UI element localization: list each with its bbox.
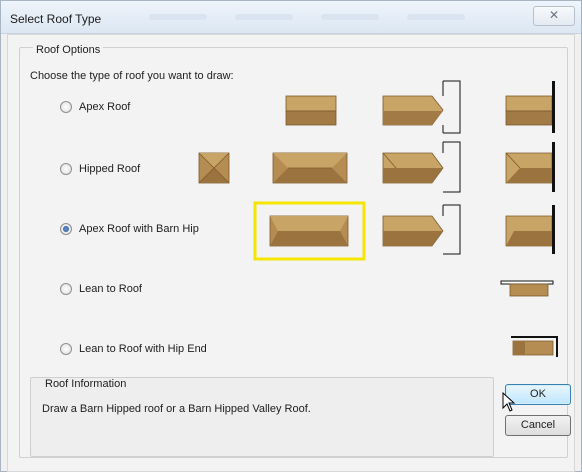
barn-hip-plain-picture[interactable] — [269, 215, 349, 247]
radio-button[interactable] — [60, 283, 72, 295]
title-bar-background — [149, 14, 465, 20]
radio-label: Lean to Roof with Hip End — [79, 343, 207, 355]
radio-button[interactable] — [60, 223, 72, 235]
dialog-title: Select Roof Type — [10, 12, 102, 26]
radio-button[interactable] — [60, 163, 72, 175]
radio-button[interactable] — [60, 101, 72, 113]
radio-lean-to-roof[interactable]: Lean to Roof — [60, 283, 142, 295]
instruction-text: Choose the type of roof you want to draw… — [30, 70, 234, 82]
radio-label: Apex Roof — [79, 101, 131, 113]
roof-information-text: Draw a Barn Hipped roof or a Barn Hipped… — [42, 403, 311, 415]
title-bar: Select Roof Type ✕ — [1, 1, 581, 34]
radio-label: Hipped Roof — [79, 163, 141, 175]
radio-lean-to-roof-with-hip-end[interactable]: Lean to Roof with Hip End — [60, 343, 207, 355]
roof-information-label: Roof Information — [42, 378, 130, 390]
radio-apex-roof-with-barn-hip[interactable]: Apex Roof with Barn Hip — [60, 223, 199, 235]
cancel-button[interactable]: Cancel — [505, 415, 571, 436]
radio-label: Apex Roof with Barn Hip — [79, 223, 199, 235]
hipped-roof-pyramid-picture[interactable] — [198, 152, 230, 184]
radio-apex-roof[interactable]: Apex Roof — [60, 101, 130, 113]
hipped-roof-plain-picture[interactable] — [272, 152, 348, 184]
radio-label: Lean to Roof — [79, 283, 142, 295]
roof-options-label: Roof Options — [33, 44, 104, 56]
radio-button[interactable] — [60, 343, 72, 355]
mouse-pointer-icon — [502, 392, 516, 412]
close-button[interactable]: ✕ — [533, 6, 575, 26]
apex-roof-plain-picture[interactable] — [285, 95, 337, 126]
radio-hipped-roof[interactable]: Hipped Roof — [60, 163, 140, 175]
